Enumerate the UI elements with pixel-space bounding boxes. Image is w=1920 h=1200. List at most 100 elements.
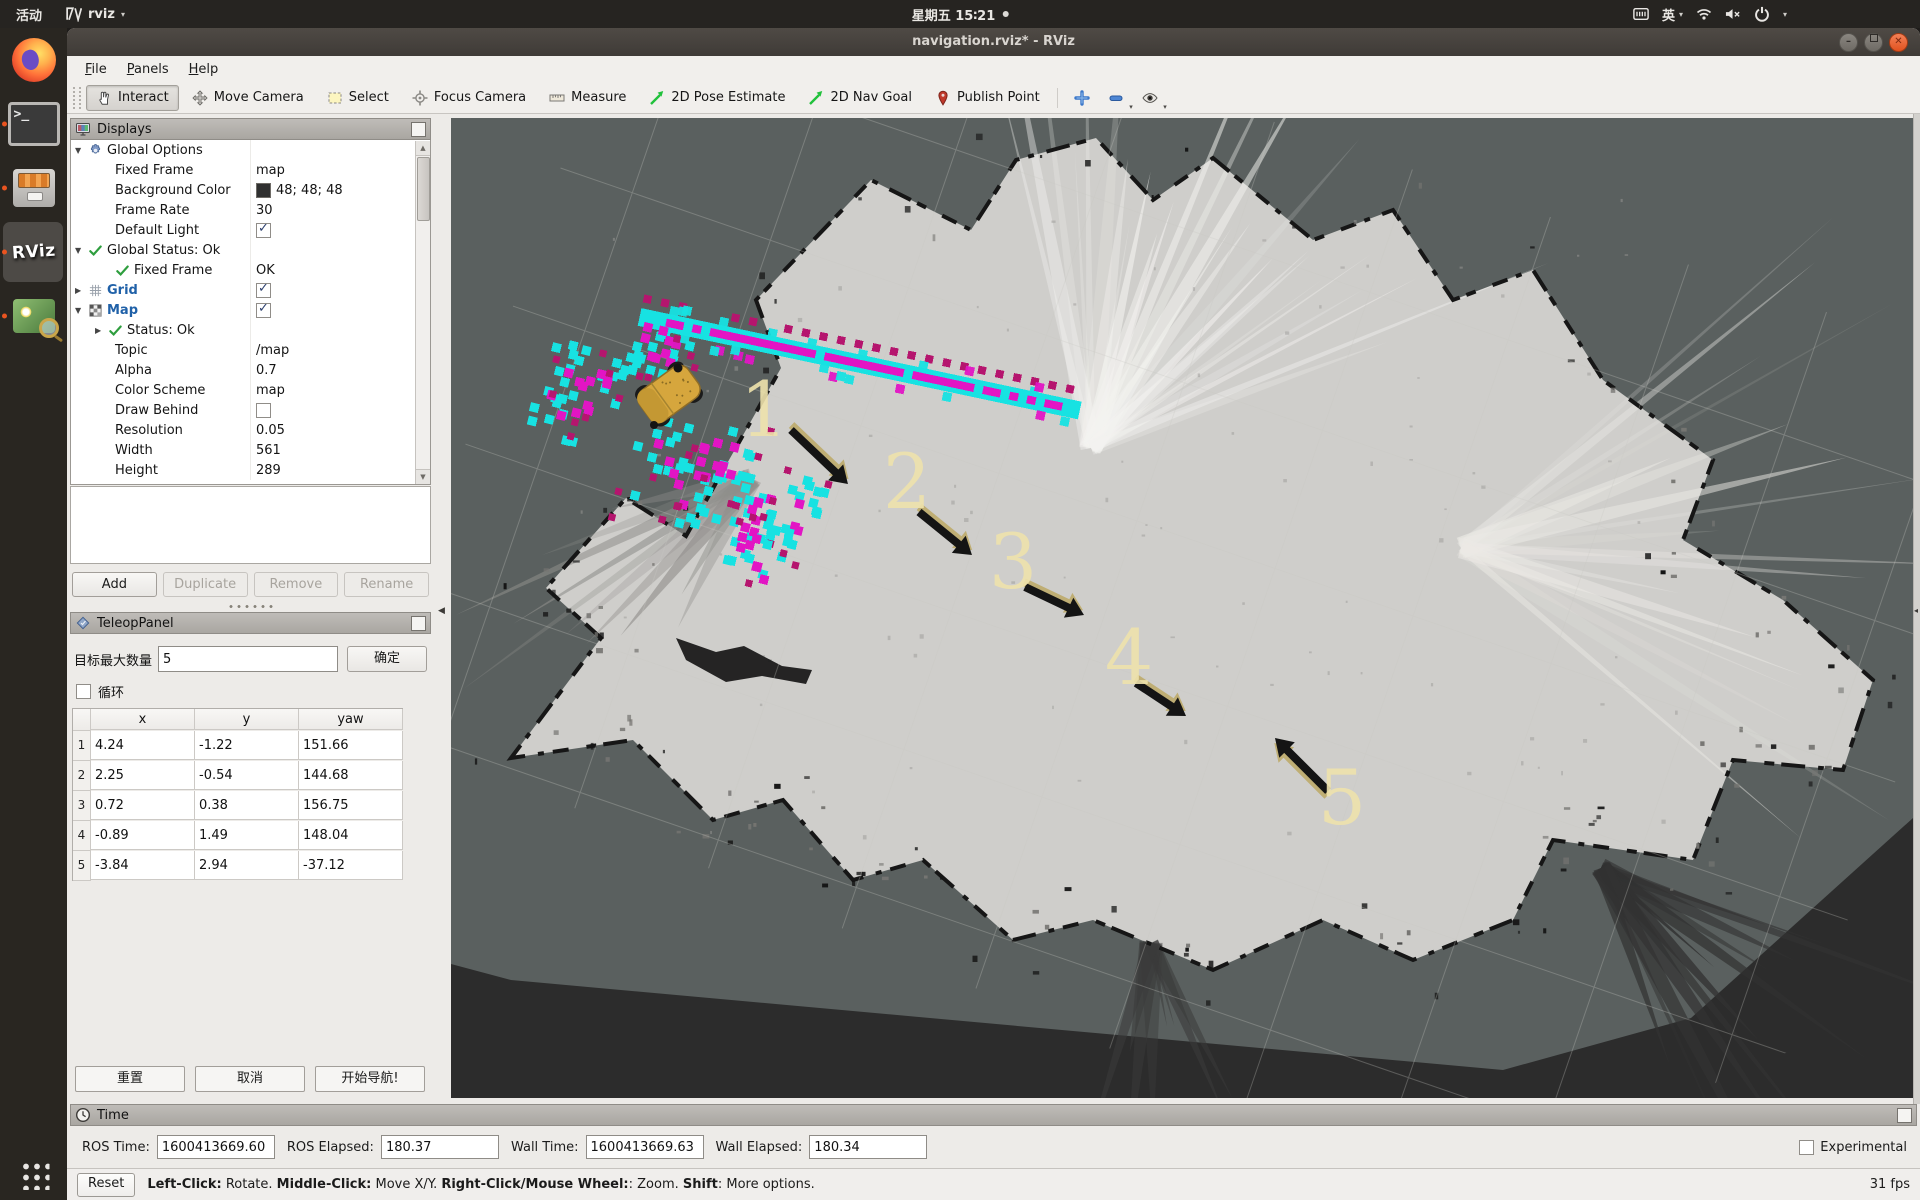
- property-value[interactable]: 561: [256, 443, 281, 458]
- tree-row[interactable]: Topic/map: [71, 340, 430, 360]
- tree-row[interactable]: Height289: [71, 460, 430, 480]
- panel-float-button[interactable]: [411, 616, 426, 631]
- dock-item-firefox[interactable]: [0, 28, 67, 92]
- tree-row[interactable]: Fixed FrameOK: [71, 260, 430, 280]
- teleop-button-2[interactable]: 开始导航!: [315, 1066, 425, 1092]
- property-value[interactable]: 30: [256, 203, 273, 218]
- teleop-panel-header[interactable]: TeleopPanel: [70, 612, 431, 634]
- expander-closed-icon[interactable]: ▶: [75, 286, 88, 295]
- cell-yaw[interactable]: 156.75: [299, 791, 403, 820]
- cell-yaw[interactable]: 148.04: [299, 821, 403, 850]
- tree-row[interactable]: ▼Map: [71, 300, 430, 320]
- tree-row[interactable]: Background Color48; 48; 48: [71, 180, 430, 200]
- tool-2d-nav-goal[interactable]: 2D Nav Goal: [798, 85, 922, 111]
- collapse-panel-arrow-icon[interactable]: ◀: [438, 606, 445, 616]
- collapse-panel-arrow-icon[interactable]: ◂: [1914, 606, 1918, 615]
- tree-row[interactable]: Color Schememap: [71, 380, 430, 400]
- cell-x[interactable]: 2.25: [91, 761, 195, 790]
- panel-splitter-handle[interactable]: [227, 603, 275, 610]
- cell-x[interactable]: -0.89: [91, 821, 195, 850]
- tool-focus-camera[interactable]: Focus Camera: [402, 85, 536, 111]
- expander-closed-icon[interactable]: ▶: [95, 326, 108, 335]
- keyboard-indicator-icon[interactable]: [1633, 6, 1649, 22]
- menu-item-help[interactable]: Help: [179, 59, 229, 80]
- tree-row[interactable]: ▼Global Options: [71, 140, 430, 160]
- checkbox[interactable]: [256, 403, 271, 418]
- loop-checkbox[interactable]: [76, 684, 91, 699]
- time-field-input[interactable]: [586, 1135, 704, 1159]
- scrollbar-thumb[interactable]: [417, 157, 430, 221]
- panel-float-button[interactable]: [1897, 1108, 1912, 1123]
- tool-select[interactable]: Select: [317, 85, 399, 111]
- volume-muted-icon[interactable]: [1725, 6, 1741, 22]
- render-viewport[interactable]: 12345: [451, 118, 1913, 1098]
- maximize-button[interactable]: [1864, 33, 1883, 52]
- displays-panel-header[interactable]: Displays: [70, 118, 431, 140]
- clock[interactable]: 星期五 15∶21: [912, 0, 1009, 28]
- panel-float-button[interactable]: [411, 122, 426, 137]
- tree-row[interactable]: Fixed Framemap: [71, 160, 430, 180]
- dock-item-image-viewer[interactable]: [0, 284, 67, 348]
- confirm-button[interactable]: 确定: [347, 646, 427, 672]
- tree-row[interactable]: Draw Behind: [71, 400, 430, 420]
- column-header-x[interactable]: x: [91, 709, 195, 730]
- cell-yaw[interactable]: 144.68: [299, 761, 403, 790]
- expander-open-icon[interactable]: ▼: [75, 246, 88, 255]
- checkbox[interactable]: [256, 283, 271, 298]
- window-titlebar[interactable]: navigation.rviz* - RViz – ✕: [67, 28, 1920, 57]
- power-icon[interactable]: [1754, 6, 1770, 22]
- property-value[interactable]: OK: [256, 263, 275, 278]
- property-value[interactable]: /map: [256, 343, 289, 358]
- rename-button[interactable]: Rename: [344, 572, 429, 597]
- expander-open-icon[interactable]: ▼: [75, 146, 88, 155]
- dock-item-rviz[interactable]: RViz: [0, 220, 67, 284]
- cell-x[interactable]: 0.72: [91, 791, 195, 820]
- tree-row[interactable]: ▶Status: Ok: [71, 320, 430, 340]
- time-field-input[interactable]: [381, 1135, 499, 1159]
- wifi-icon[interactable]: [1696, 6, 1712, 22]
- cell-yaw[interactable]: -37.12: [299, 851, 403, 880]
- scroll-down-icon[interactable]: ▼: [416, 469, 430, 484]
- experimental-checkbox[interactable]: [1799, 1140, 1814, 1155]
- menu-item-panels[interactable]: Panels: [117, 59, 179, 80]
- reset-button[interactable]: Reset: [77, 1173, 135, 1197]
- cell-y[interactable]: 0.38: [195, 791, 299, 820]
- dock-item-files[interactable]: [0, 156, 67, 220]
- cell-y[interactable]: -1.22: [195, 731, 299, 760]
- tree-row[interactable]: Resolution0.05: [71, 420, 430, 440]
- property-value[interactable]: map: [256, 383, 285, 398]
- property-value[interactable]: 48; 48; 48: [276, 183, 343, 198]
- duplicate-button[interactable]: Duplicate: [163, 572, 248, 597]
- tool-move-camera[interactable]: Move Camera: [182, 85, 314, 111]
- expander-open-icon[interactable]: ▼: [75, 306, 88, 315]
- tool-2d-pose-estimate[interactable]: 2D Pose Estimate: [639, 85, 795, 111]
- property-value[interactable]: 0.7: [256, 363, 277, 378]
- column-header-y[interactable]: y: [195, 709, 299, 730]
- tree-row[interactable]: ▼Global Status: Ok: [71, 240, 430, 260]
- right-dock-strip[interactable]: ◂: [1913, 114, 1920, 1104]
- add-button[interactable]: Add: [72, 572, 157, 597]
- teleop-button-1[interactable]: 取消: [195, 1066, 305, 1092]
- checkbox[interactable]: [256, 303, 271, 318]
- minimize-button[interactable]: –: [1839, 33, 1858, 52]
- tool-interact[interactable]: Interact: [86, 85, 179, 111]
- teleop-button-0[interactable]: 重置: [75, 1066, 185, 1092]
- zoom-in-button[interactable]: [1068, 87, 1096, 109]
- time-panel-header[interactable]: Time: [70, 1104, 1917, 1126]
- cell-y[interactable]: 1.49: [195, 821, 299, 850]
- menu-item-file[interactable]: File: [75, 59, 117, 80]
- tree-row[interactable]: Width561: [71, 440, 430, 460]
- checkbox[interactable]: [256, 223, 271, 238]
- property-value[interactable]: 0.05: [256, 423, 285, 438]
- time-field-input[interactable]: [809, 1135, 927, 1159]
- tool-measure[interactable]: Measure: [539, 85, 636, 111]
- tree-row[interactable]: ▶Grid: [71, 280, 430, 300]
- show-applications-icon[interactable]: [18, 1159, 49, 1190]
- scroll-up-icon[interactable]: ▲: [416, 141, 430, 156]
- time-field-input[interactable]: [157, 1135, 275, 1159]
- property-value[interactable]: map: [256, 163, 285, 178]
- tree-row[interactable]: Alpha0.7: [71, 360, 430, 380]
- cell-x[interactable]: 4.24: [91, 731, 195, 760]
- remove-button[interactable]: Remove: [254, 572, 339, 597]
- activities-button[interactable]: 活动: [10, 5, 48, 24]
